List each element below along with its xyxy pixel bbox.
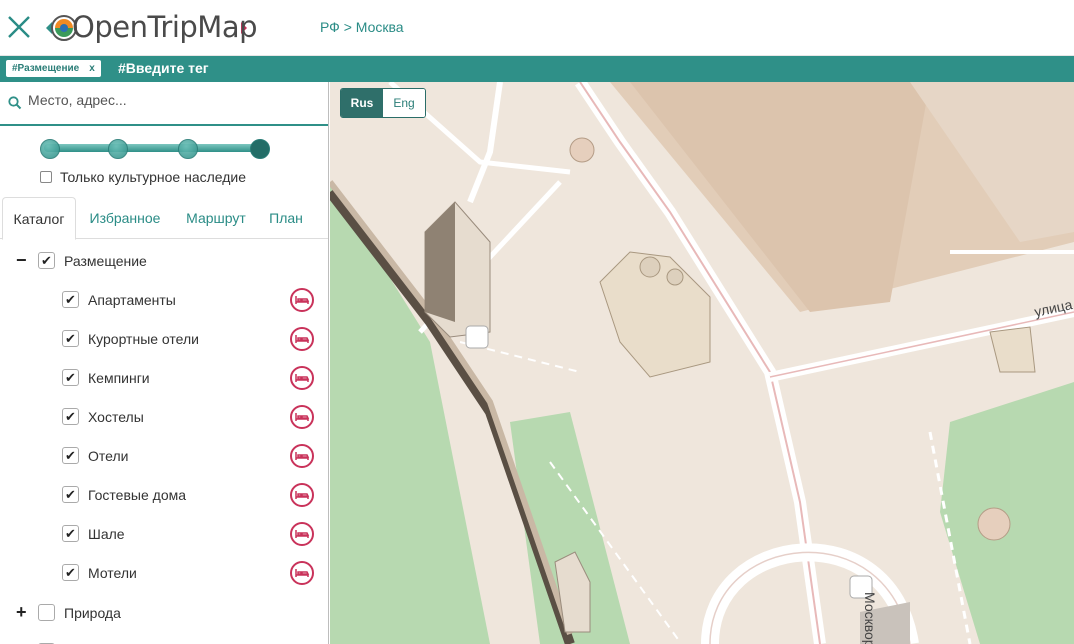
item-label: Мотели [88, 564, 137, 581]
item-checkbox[interactable]: ✔ [62, 564, 79, 581]
catalog-item[interactable]: ✔ Курортные отели [0, 319, 328, 358]
item-checkbox[interactable]: ✔ [62, 408, 79, 425]
collapse-toggle[interactable]: − [16, 250, 27, 271]
road [467, 82, 503, 204]
catalog-group [0, 632, 328, 644]
item-checkbox[interactable]: ✔ [62, 291, 79, 308]
item-label: Апартаменты [88, 291, 176, 308]
cathedral-dome [639, 256, 661, 278]
item-checkbox[interactable]: ✔ [62, 486, 79, 503]
logo-text: OpenTripMap [72, 10, 258, 44]
round-structure [569, 137, 595, 163]
lang-rus-button[interactable]: Rus [341, 89, 383, 117]
sidebar-tabs: Каталог Избранное Маршрут План [0, 197, 328, 240]
park-area [940, 382, 1074, 644]
group-label[interactable]: Природа [64, 605, 121, 621]
item-label: Шале [88, 525, 125, 542]
group-checkbox[interactable]: ✔ [38, 252, 55, 269]
item-checkbox[interactable]: ✔ [62, 330, 79, 347]
item-checkbox[interactable]: ✔ [62, 447, 79, 464]
group-checkbox[interactable] [38, 604, 55, 621]
item-label: Курортные отели [88, 330, 199, 347]
item-checkbox[interactable]: ✔ [62, 369, 79, 386]
bed-icon [290, 326, 314, 351]
slider-track[interactable] [44, 144, 266, 152]
tag-input[interactable]: #Введите тег [118, 60, 209, 76]
heritage-label: Только культурное наследие [60, 169, 247, 185]
tag-bar: #Размещение x #Введите тег [0, 56, 1074, 82]
catalog-item[interactable]: ✔ Апартаменты [0, 280, 328, 319]
bed-icon [290, 521, 314, 546]
sidebar: Только культурное наследие Каталог Избра… [0, 82, 329, 644]
tag-chip-label: #Размещение [12, 63, 80, 74]
bed-icon [290, 482, 314, 507]
slider-stop[interactable] [178, 139, 198, 159]
breadcrumb[interactable]: РФ > Москва [320, 19, 404, 35]
toilet-icon [465, 325, 489, 349]
tag-chip-remove[interactable]: x [89, 63, 95, 74]
cathedral-dome [666, 268, 684, 286]
bed-icon [290, 287, 314, 312]
lang-eng-button[interactable]: Eng [383, 89, 425, 117]
tab-favorites[interactable]: Избранное [84, 197, 166, 239]
catalog-group: + Природа [0, 593, 328, 632]
search-input[interactable] [28, 92, 318, 108]
catalog-item[interactable]: ✔ Хостелы [0, 397, 328, 436]
catalog-item[interactable]: ✔ Кемпинги [0, 358, 328, 397]
catalog-item[interactable]: ✔ Гостевые дома [0, 475, 328, 514]
logo[interactable]: OpenTripMap [44, 8, 258, 48]
heritage-filter[interactable]: Только культурное наследие [40, 169, 246, 185]
tab-catalog[interactable]: Каталог [2, 197, 76, 240]
street-label: Москворе [862, 592, 878, 644]
search-box [0, 82, 328, 126]
expand-toggle[interactable]: + [16, 602, 27, 623]
slider-handle[interactable] [250, 139, 270, 159]
item-label: Отели [88, 447, 129, 464]
bed-icon [290, 365, 314, 390]
tag-chip[interactable]: #Размещение x [6, 60, 101, 77]
tower-shadow [425, 202, 455, 322]
item-label: Гостевые дома [88, 486, 187, 503]
bed-icon [290, 560, 314, 585]
bed-icon [290, 404, 314, 429]
bed-icon [290, 443, 314, 468]
round-structure [977, 507, 1011, 541]
slider-stop[interactable] [40, 139, 60, 159]
item-label: Хостелы [88, 408, 144, 425]
slider-stop[interactable] [108, 139, 128, 159]
heritage-checkbox[interactable] [40, 171, 52, 183]
tab-plan[interactable]: План [262, 197, 310, 239]
catalog-item[interactable]: ✔ Мотели [0, 553, 328, 592]
importance-slider[interactable] [40, 139, 270, 159]
item-label: Кемпинги [88, 369, 150, 386]
close-icon[interactable] [6, 14, 32, 40]
top-bar: OpenTripMap РФ > Москва [0, 0, 1074, 56]
building [989, 326, 1036, 373]
language-switcher: Rus Eng [340, 88, 426, 118]
map-canvas[interactable] [330, 82, 1074, 644]
map-view[interactable]: Rus Eng улица Москворе [330, 82, 1074, 644]
group-label[interactable]: Размещение [64, 253, 147, 269]
catalog-group: − ✔ Размещение [0, 241, 328, 280]
search-icon [8, 96, 22, 110]
item-checkbox[interactable]: ✔ [62, 525, 79, 542]
catalog-item[interactable]: ✔ Отели [0, 436, 328, 475]
tab-route[interactable]: Маршрут [178, 197, 254, 239]
catalog-item[interactable]: ✔ Шале [0, 514, 328, 553]
